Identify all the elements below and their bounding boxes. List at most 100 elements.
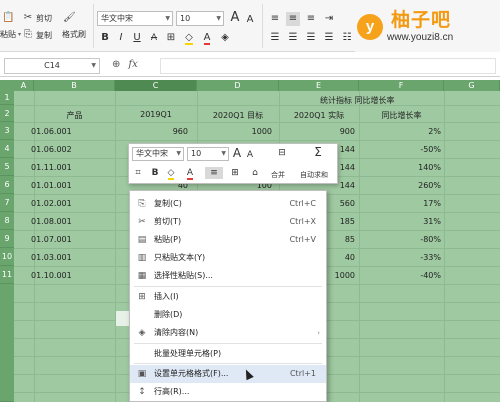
row-header-8[interactable]: 8 (0, 212, 14, 230)
menu-item-insert[interactable]: ⊞ 插入(I) (130, 288, 326, 306)
font-name-dropdown[interactable]: 华文中宋 ▼ (97, 11, 173, 26)
row-header-11[interactable]: 11 (0, 266, 14, 284)
mini-autosum-label[interactable]: 自动求和 (300, 170, 328, 180)
align-middle-button[interactable]: ≡ (286, 12, 300, 26)
menu-item-paste-text[interactable]: ▥ 只粘贴文本(Y) (130, 249, 326, 267)
menu-item-paste[interactable]: ▤ 粘贴(P) Ctrl+V (130, 231, 326, 249)
cell-growth: 140% (418, 163, 441, 172)
column-header-d[interactable]: D (197, 80, 279, 91)
font-size-dropdown[interactable]: 10 ▼ (176, 11, 224, 26)
copy-label: 复制 (36, 30, 52, 40)
mini-autosum-button[interactable]: Σ (312, 146, 324, 158)
column-header-c[interactable]: C (115, 80, 197, 91)
menu-item-format-cells[interactable]: ▣ 设置单元格格式(F)... Ctrl+1 (130, 365, 326, 383)
menu-item-clear[interactable]: ◈ 清除内容(N) › (130, 324, 326, 342)
distribute-button[interactable]: ☷ (340, 31, 354, 45)
align-top-button[interactable]: ≡ (268, 12, 282, 26)
row-header-7[interactable]: 7 (0, 194, 14, 212)
mini-font-size-dropdown[interactable]: 10 ▼ (187, 147, 229, 161)
cell-growth: 260% (418, 181, 441, 190)
brush-icon: 🖌 (63, 12, 76, 23)
row-header-9[interactable]: 9 (0, 230, 14, 248)
row-header-3[interactable]: 3 (0, 122, 14, 140)
clear-format-button[interactable]: ◈ (218, 31, 232, 45)
italic-button[interactable]: I (114, 31, 128, 45)
row-header-2[interactable]: 2 (0, 105, 14, 122)
zoom-icon[interactable]: ⊕ (112, 59, 120, 70)
active-cell[interactable] (116, 311, 129, 326)
align-center-button[interactable]: ☰ (286, 31, 300, 45)
sigma-icon: Σ (314, 145, 322, 159)
mini-shrink-font-button[interactable]: A (244, 149, 256, 161)
function-icon[interactable]: fx (128, 59, 137, 70)
formula-bar: C14 ▼ ⊕ fx (0, 55, 500, 77)
paste-icon: ▤ (137, 235, 147, 245)
column-header-g[interactable]: G (444, 80, 500, 91)
row-header-1[interactable]: 1 (0, 91, 14, 105)
column-header-e[interactable]: E (279, 80, 359, 91)
row-header-5[interactable]: 5 (0, 158, 14, 176)
mini-merge-label[interactable]: 合并 (271, 170, 285, 180)
eraser-icon: ⌂ (252, 168, 258, 178)
strikethrough-icon: A (150, 33, 158, 43)
menu-item-copy[interactable]: ⎘ 复制(C) Ctrl+C (130, 195, 326, 213)
mini-font-name-dropdown[interactable]: 华文中宋 ▼ (132, 147, 184, 161)
row-header-4[interactable]: 4 (0, 140, 14, 158)
align-left-button[interactable]: ☰ (268, 31, 282, 45)
cell-product: 01.07.001 (31, 235, 72, 244)
mini-format-painter-button[interactable]: ⌗ (132, 167, 144, 179)
mini-grow-font-button[interactable]: A (231, 147, 243, 159)
menu-item-batch[interactable]: 批量处理单元格(P) (130, 345, 326, 363)
align-middle-icon: ≡ (210, 168, 218, 178)
justify-button[interactable]: ☰ (322, 31, 336, 45)
mini-border-button[interactable]: ⊞ (229, 167, 241, 179)
menu-item-label: 行高(R)... (154, 387, 190, 396)
mini-merge-button[interactable]: ⊟ (276, 147, 288, 159)
fill-color-button[interactable]: ◇ (182, 31, 196, 45)
paste-button[interactable]: 📋 (2, 12, 14, 24)
copy-button[interactable]: ⎘ 复制 (22, 29, 52, 41)
chevron-right-icon: › (317, 329, 320, 337)
shrink-font-button[interactable]: A (243, 13, 257, 27)
mini-clear-button[interactable]: ⌂ (249, 167, 261, 179)
cell-growth: -33% (420, 253, 441, 262)
gridline (444, 91, 445, 402)
format-painter-button[interactable]: 🖌 (63, 12, 76, 24)
font-color-button[interactable]: A (200, 31, 214, 45)
format-painter-label-button[interactable]: 格式刷 (62, 29, 86, 40)
bold-button[interactable]: B (98, 31, 112, 45)
menu-item-label: 剪切(T) (154, 217, 182, 226)
align-right-button[interactable]: ☰ (304, 31, 318, 45)
merge-icon: ⊟ (278, 148, 286, 158)
header-2019q1: 2019Q1 (140, 110, 172, 119)
column-header-f[interactable]: F (359, 80, 444, 91)
indent-button[interactable]: ⇥ (322, 12, 336, 26)
strikethrough-button[interactable]: A (147, 31, 161, 45)
menu-item-paste-special[interactable]: ▦ 选择性粘贴(S)... (130, 267, 326, 285)
indent-icon: ⇥ (324, 13, 334, 24)
mini-bold-button[interactable]: B (149, 167, 161, 179)
mini-align-button[interactable]: ≡ (205, 167, 223, 179)
underline-button[interactable]: U (130, 31, 144, 45)
menu-item-delete[interactable]: 删除(D) (130, 306, 326, 324)
menu-item-cut[interactable]: ✂ 剪切(T) Ctrl+X (130, 213, 326, 231)
border-button[interactable]: ⊞ (164, 31, 178, 45)
formula-input[interactable] (160, 58, 496, 74)
grow-font-icon: A (232, 146, 242, 160)
row-header-6[interactable]: 6 (0, 176, 14, 194)
column-header-a[interactable]: A (14, 80, 34, 91)
name-box[interactable]: C14 ▼ (4, 58, 100, 74)
paste-label-button[interactable]: 粘贴 ▾ (0, 29, 21, 40)
row-header-10[interactable]: 10 (0, 248, 14, 266)
align-bottom-button[interactable]: ≡ (304, 12, 318, 26)
mini-font-color-button[interactable]: A (184, 167, 196, 180)
menu-item-row-height[interactable]: ↕ 行高(R)... (130, 383, 326, 401)
cell-growth: 2% (428, 127, 441, 136)
mini-fill-color-button[interactable]: ◇ (165, 167, 177, 180)
cell-growth: -50% (420, 145, 441, 154)
column-header-b[interactable]: B (34, 80, 115, 91)
cut-button[interactable]: ✂ 剪切 (22, 12, 52, 24)
logo-title: 柚子吧 (391, 9, 452, 31)
select-all-corner[interactable] (0, 80, 14, 91)
grow-font-button[interactable]: A (228, 11, 242, 25)
